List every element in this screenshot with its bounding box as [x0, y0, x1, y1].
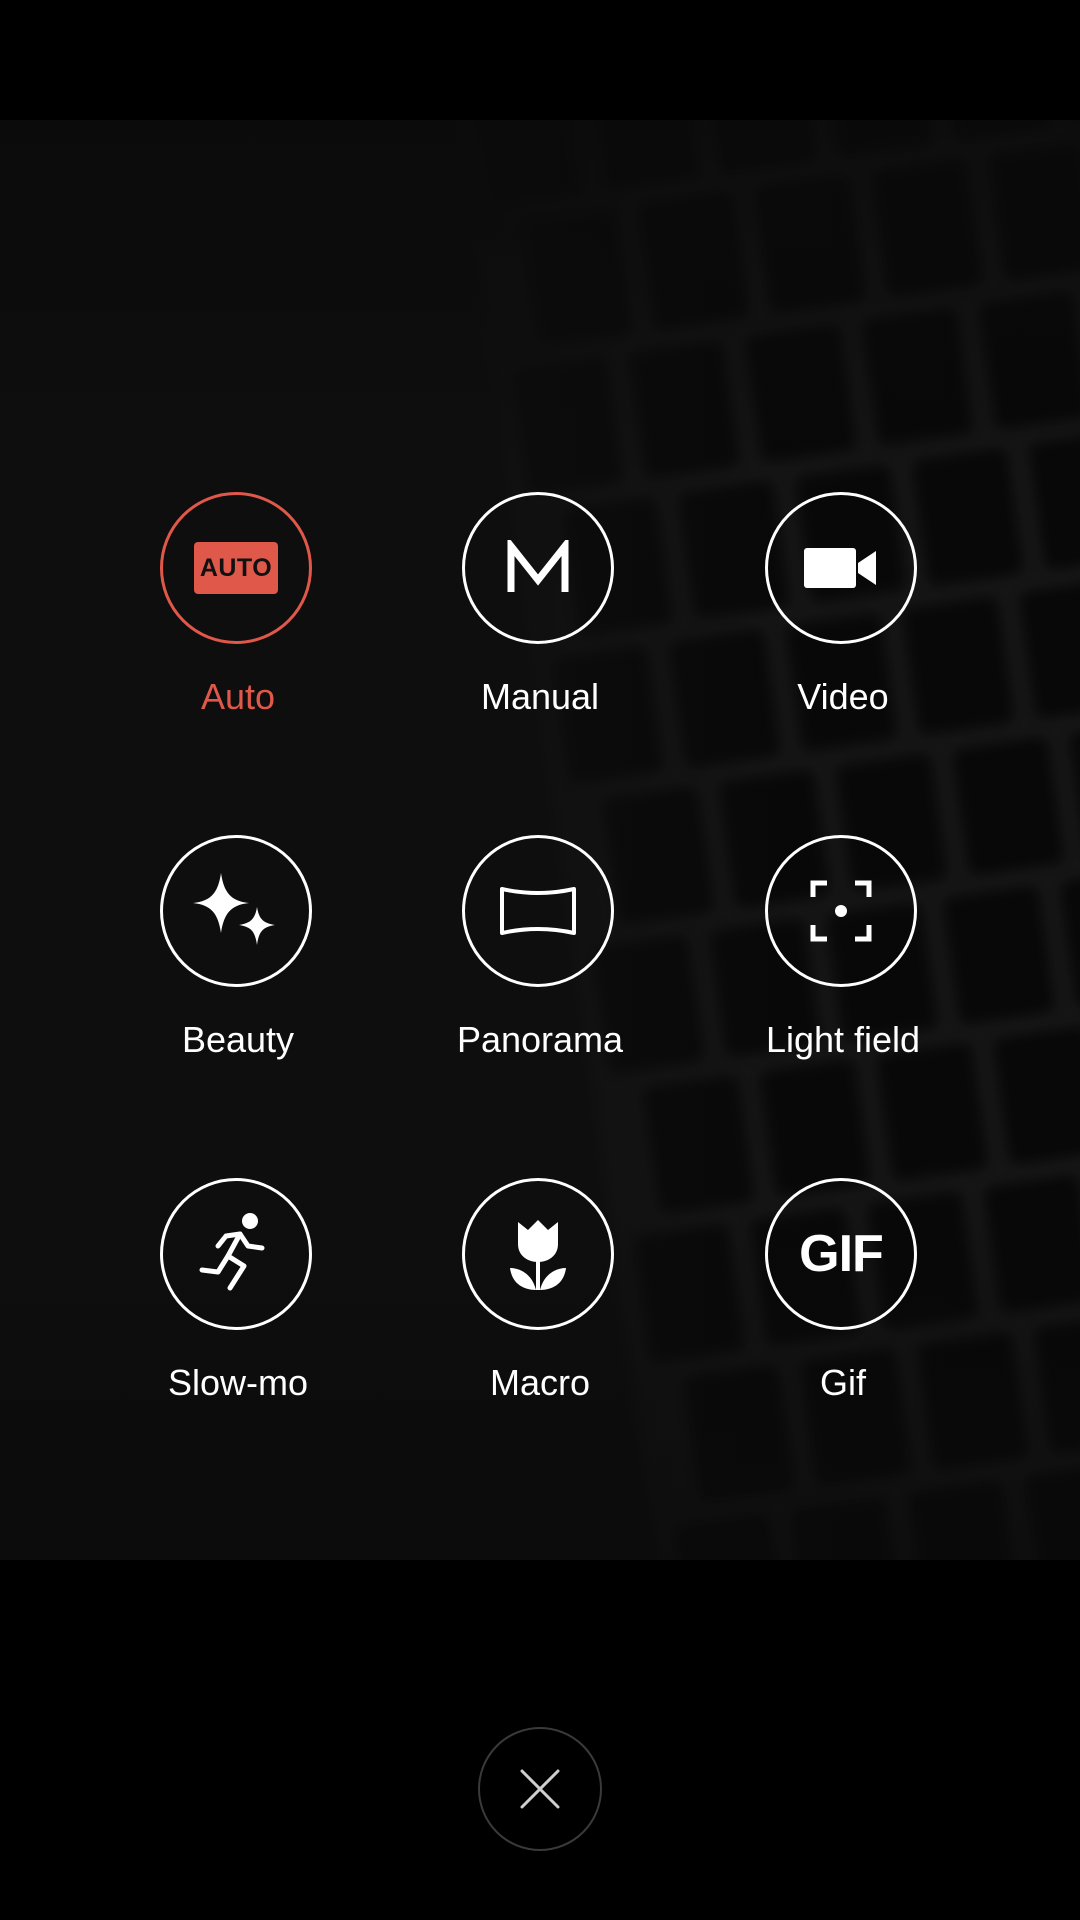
- mode-label: Panorama: [456, 1019, 624, 1060]
- close-icon: [520, 1769, 560, 1809]
- mode-label: Slow-mo: [167, 1362, 309, 1403]
- manual-m-icon: [462, 492, 614, 644]
- auto-icon: AUTO: [160, 492, 312, 644]
- mode-label: Manual: [480, 676, 600, 717]
- mode-grid: AUTO Auto Manual Video Beauty Panorama L…: [0, 0, 1080, 1920]
- camera-mode-screen: AUTO Auto Manual Video Beauty Panorama L…: [0, 0, 1080, 1920]
- mode-label: Light field: [765, 1019, 921, 1060]
- mode-label: Auto: [200, 676, 276, 717]
- close-button[interactable]: [478, 1727, 602, 1851]
- mode-beauty[interactable]: Beauty: [88, 835, 388, 1075]
- focus-frame-icon: [765, 835, 917, 987]
- gif-icon: GIF: [765, 1178, 917, 1330]
- mode-slow-mo[interactable]: Slow-mo: [88, 1178, 388, 1418]
- panorama-icon: [462, 835, 614, 987]
- mode-auto[interactable]: AUTO Auto: [88, 492, 388, 732]
- mode-macro[interactable]: Macro: [390, 1178, 690, 1418]
- mode-label: Beauty: [181, 1019, 295, 1060]
- sparkles-icon: [160, 835, 312, 987]
- mode-light-field[interactable]: Light field: [693, 835, 993, 1075]
- mode-video[interactable]: Video: [693, 492, 993, 732]
- video-camera-icon: [765, 492, 917, 644]
- running-person-icon: [160, 1178, 312, 1330]
- tulip-icon: [462, 1178, 614, 1330]
- mode-panorama[interactable]: Panorama: [390, 835, 690, 1075]
- mode-manual[interactable]: Manual: [390, 492, 690, 732]
- mode-label: Video: [797, 676, 889, 717]
- mode-label: Gif: [819, 1362, 866, 1403]
- mode-gif[interactable]: GIF Gif: [693, 1178, 993, 1418]
- mode-label: Macro: [489, 1362, 591, 1403]
